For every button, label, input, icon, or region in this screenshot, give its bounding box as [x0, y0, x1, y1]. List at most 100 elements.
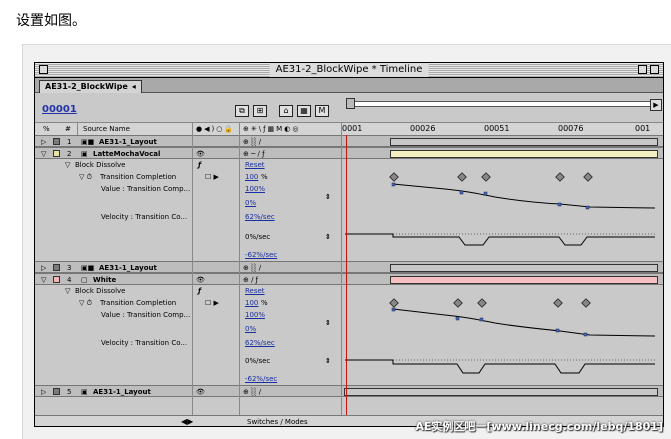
- effect-reset-link[interactable]: Reset: [245, 159, 265, 171]
- column-divider: [77, 123, 78, 135]
- panel-scroll-arrows-icon[interactable]: ◀▶: [181, 416, 193, 426]
- graph-scale-icon[interactable]: ⇕: [325, 191, 331, 203]
- velocity-graph-min[interactable]: -62%/sec: [245, 249, 277, 261]
- property-name: Transition Completion: [100, 299, 177, 307]
- value-graph-min[interactable]: 0%: [245, 197, 256, 209]
- layer-duration-bar[interactable]: [390, 138, 658, 146]
- effect-toggle-icon[interactable]: ƒ: [198, 285, 201, 297]
- effect-toggle-icon[interactable]: ƒ: [198, 159, 201, 171]
- frame-blend-button-icon[interactable]: ▦: [297, 105, 311, 117]
- keyframe-diamond: [389, 298, 399, 308]
- property-twirl-icon[interactable]: ▽ ⏱: [79, 171, 92, 183]
- velocity-graph-max[interactable]: 62%/sec: [245, 211, 275, 223]
- keyframe-diamond: [553, 298, 563, 308]
- effect-name[interactable]: Block Dissolve: [75, 159, 125, 171]
- switches-header-icon[interactable]: ⊕✳\ƒ▦M◐◎: [243, 123, 300, 135]
- layer-row[interactable]: ▽ 4 ▢ White 👁 ⊕ ∕ ƒ: [35, 273, 663, 285]
- motion-blur-button-icon[interactable]: M: [315, 105, 329, 117]
- column-divider: [239, 135, 240, 415]
- value-graph-label: Value : Transition Comp...: [101, 185, 191, 193]
- av-features-header-icon[interactable]: ●◀)○🔒: [196, 123, 235, 135]
- keyframe-diamond: [555, 172, 565, 182]
- property-value[interactable]: 100: [245, 297, 258, 309]
- label-color-swatch[interactable]: [53, 264, 60, 271]
- time-navigator-knob[interactable]: [346, 98, 355, 109]
- twirl-closed-icon[interactable]: ▷: [41, 386, 46, 398]
- collapse-box-icon[interactable]: [650, 65, 659, 74]
- keyframe-diamond: [581, 298, 591, 308]
- layer-number: 5: [67, 388, 72, 396]
- value-graph-max[interactable]: 100%: [245, 309, 265, 321]
- layer-name[interactable]: AE31-1_Layout: [93, 386, 151, 398]
- comp-icon: ▣: [81, 388, 88, 396]
- effect-row: ▽ Block Dissolve ƒ Reset: [35, 285, 663, 297]
- layer-duration-bar[interactable]: [390, 276, 658, 284]
- layer-number-column-icon[interactable]: #: [65, 123, 71, 135]
- layer-row[interactable]: ▽ 2 ▣ LatteMochaVocal 👁 ⊕ ─ ∕ ƒ: [35, 147, 663, 159]
- keyframe-diamond: [457, 172, 467, 182]
- time-navigator-slider[interactable]: [346, 98, 651, 109]
- value-graph-max[interactable]: 100%: [245, 183, 265, 195]
- property-twirl-icon[interactable]: ▽ ⏱: [79, 297, 92, 309]
- current-time-indicator[interactable]: [346, 135, 347, 415]
- layer-duration-bar[interactable]: [390, 150, 658, 158]
- graph-scale-icon[interactable]: ⇕: [325, 317, 331, 329]
- column-divider: [192, 123, 193, 135]
- watermark-text: AE实例区吧一[www.linecg.com/lebq/1801]: [415, 420, 663, 433]
- ruler-tick: 00051: [484, 124, 510, 133]
- comp-button-icon[interactable]: ⧉: [235, 105, 249, 117]
- label-color-swatch[interactable]: [53, 276, 60, 283]
- graph-scale-icon[interactable]: ⇕: [325, 355, 331, 367]
- effect-twirl-icon[interactable]: ▽: [65, 285, 70, 297]
- layer-row[interactable]: ▷ 3 ▣■ AE31-1_Layout ⊕ ░ ∕: [35, 261, 663, 273]
- eye-icon[interactable]: 👁: [196, 386, 205, 398]
- play-arrow-icon[interactable]: ▶: [650, 99, 662, 111]
- keyframe-diamond: [389, 172, 399, 182]
- keyframe-diamond: [453, 298, 463, 308]
- velocity-graph-label: Velocity : Transition Co...: [101, 339, 188, 347]
- zoom-box-icon[interactable]: [638, 65, 647, 74]
- timeline-window: AE31-2_BlockWipe * Timeline AE31-2_Block…: [34, 62, 664, 427]
- label-color-swatch[interactable]: [53, 388, 60, 395]
- effect-row: ▽ Block Dissolve ƒ Reset: [35, 159, 663, 171]
- switches-modes-toggle[interactable]: Switches / Modes: [247, 416, 308, 426]
- layer-duration-bar[interactable]: [390, 264, 658, 272]
- graph-scale-icon[interactable]: ⇕: [325, 231, 331, 243]
- keyframe-diamond: [583, 172, 593, 182]
- keyframe-nav-checkbox[interactable]: ☐ ▶: [205, 171, 219, 183]
- layer-list: ▷ 1 ▣■ AE31-1_Layout ⊕ ░ ∕ ▽ 2 ▣ LatteMo…: [35, 135, 663, 415]
- property-unit: %: [261, 173, 268, 181]
- label-column-icon[interactable]: %: [43, 123, 50, 135]
- keyframe-markers: [389, 172, 593, 182]
- effect-twirl-icon[interactable]: ▽: [65, 159, 70, 171]
- effect-name[interactable]: Block Dissolve: [75, 285, 125, 297]
- layer-duration-bar[interactable]: [344, 388, 658, 396]
- render-button-icon[interactable]: ⊞: [253, 105, 267, 117]
- graph-area-layer-4[interactable]: [345, 297, 659, 387]
- keyframe-nav-checkbox[interactable]: ☐ ▶: [205, 297, 219, 309]
- shy-button-icon[interactable]: ⌂: [279, 105, 293, 117]
- effect-reset-link[interactable]: Reset: [245, 285, 265, 297]
- source-name-header[interactable]: Source Name: [83, 123, 130, 135]
- keyframe-markers: [389, 298, 591, 308]
- graph-area-layer-2[interactable]: [345, 171, 659, 261]
- tab-blockwipe[interactable]: AE31-2_BlockWipe ◂: [39, 80, 142, 93]
- label-color-swatch[interactable]: [53, 138, 60, 145]
- control-bar: 00001 ⧉ ⊞ ⌂ ▦ M ▶: [35, 93, 663, 121]
- layer-row[interactable]: ▷ 1 ▣■ AE31-1_Layout ⊕ ░ ∕: [35, 135, 663, 147]
- keyframe-diamond: [477, 298, 487, 308]
- velocity-graph-mid: 0%/sec: [245, 357, 271, 365]
- tab-menu-icon[interactable]: ◂: [132, 82, 136, 91]
- close-box-icon[interactable]: [39, 65, 48, 74]
- layer-switches-icon[interactable]: ⊕ ░ ∕: [243, 386, 261, 398]
- label-color-swatch[interactable]: [53, 150, 60, 157]
- velocity-graph-min[interactable]: -62%/sec: [245, 373, 277, 385]
- velocity-curve: [345, 359, 655, 374]
- value-graph-label: Value : Transition Comp...: [101, 311, 191, 319]
- tab-label: AE31-2_BlockWipe: [45, 82, 128, 91]
- property-value[interactable]: 100: [245, 171, 258, 183]
- title-bar[interactable]: AE31-2_BlockWipe * Timeline: [35, 63, 663, 78]
- velocity-graph-max[interactable]: 62%/sec: [245, 337, 275, 349]
- current-time-display[interactable]: 00001: [42, 104, 77, 115]
- value-graph-min[interactable]: 0%: [245, 323, 256, 335]
